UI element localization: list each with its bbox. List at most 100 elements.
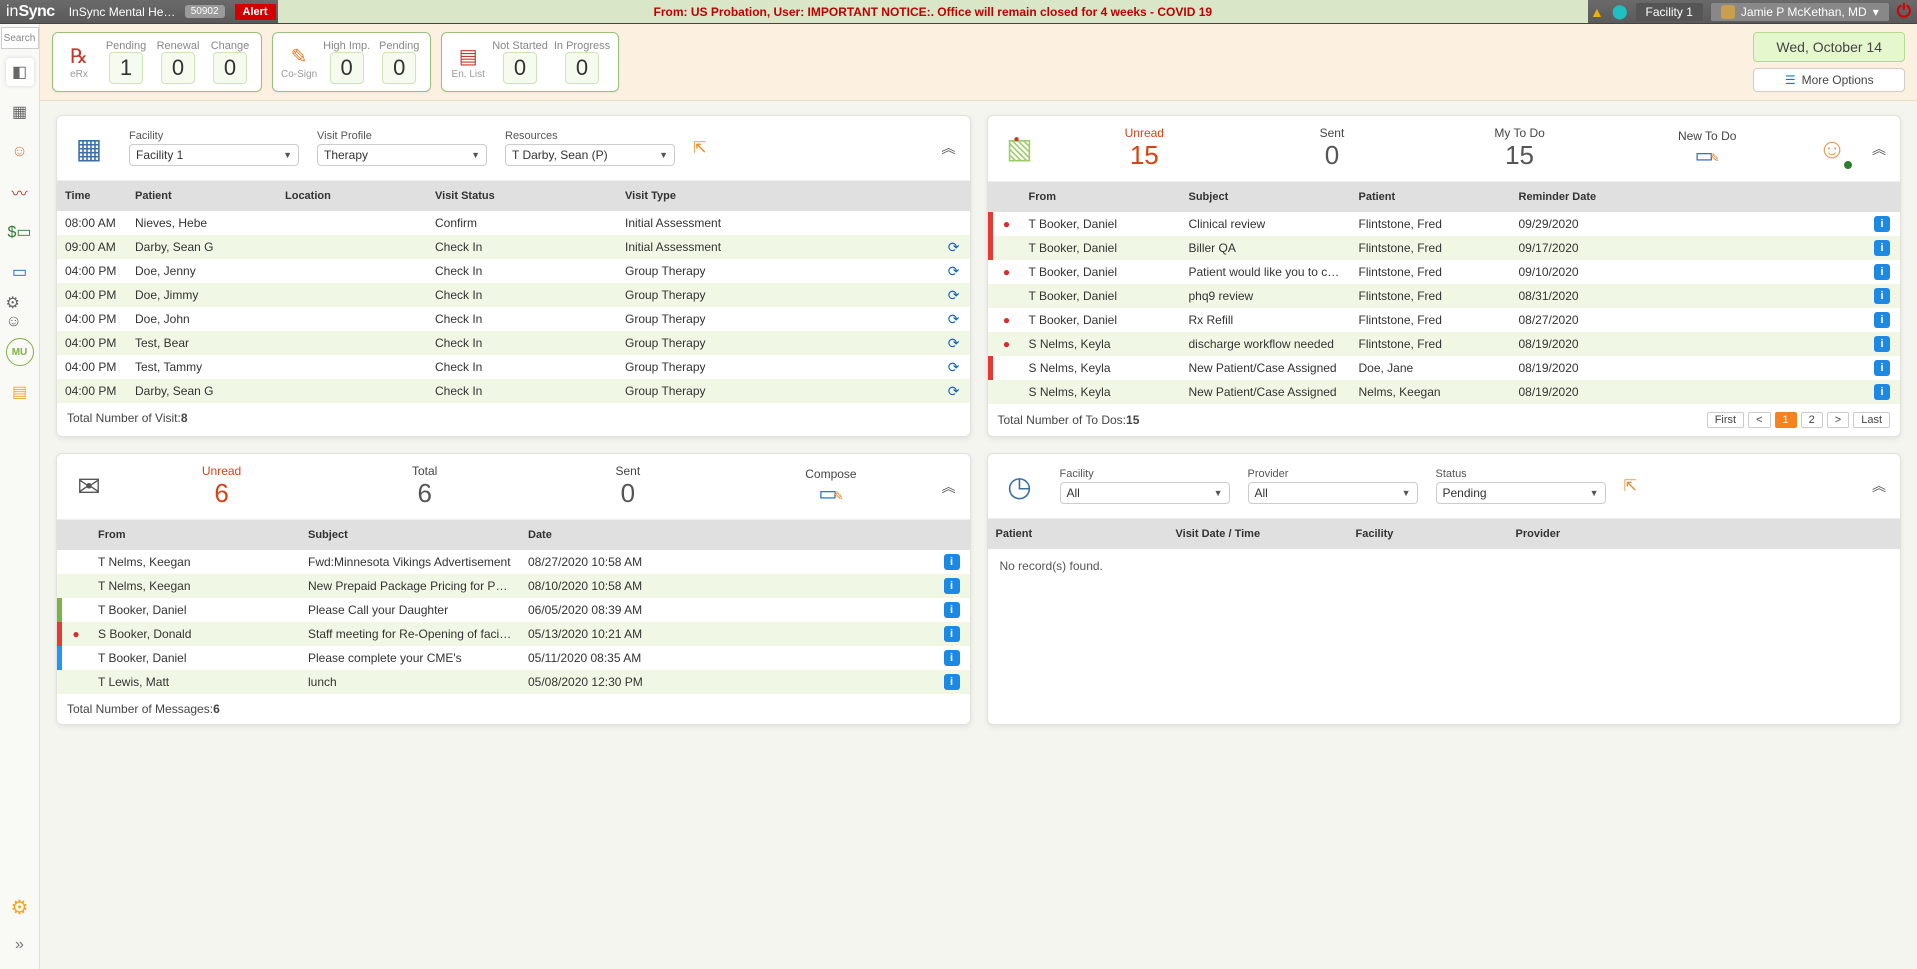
message-row[interactable]: T Nelms, KeeganFwd:Minnesota Vikings Adv… (57, 550, 970, 574)
alert-badge[interactable]: Alert (235, 4, 276, 20)
schedule-row[interactable]: 08:00 AMNieves, HebeConfirmInitial Asses… (57, 211, 970, 235)
info-icon[interactable]: i (944, 602, 960, 618)
todo-row[interactable]: T Booker, Danielphq9 reviewFlintstone, F… (988, 284, 1901, 308)
todo-my-stat[interactable]: My To Do15 (1435, 126, 1605, 171)
info-icon[interactable]: i (1874, 288, 1890, 304)
col-patient[interactable]: Patient (988, 524, 1168, 544)
todo-row[interactable]: S Nelms, KeylaNew Patient/Case AssignedN… (988, 380, 1901, 404)
refresh-icon[interactable]: ⟳ (948, 239, 970, 256)
info-icon[interactable]: i (944, 674, 960, 690)
refresh-icon[interactable]: ⟳ (948, 383, 970, 400)
pager-first[interactable]: First (1707, 412, 1744, 428)
col-date[interactable]: Date (520, 525, 670, 545)
facility-selector[interactable]: Facility 1 (1636, 3, 1703, 21)
collapse-icon[interactable]: ︽ (1872, 476, 1886, 496)
popout-icon[interactable]: ⇱ (693, 138, 706, 158)
col-from[interactable]: From (1021, 187, 1181, 207)
compose-button[interactable]: Compose▭✎ (738, 467, 923, 506)
info-icon[interactable]: i (1874, 216, 1890, 232)
new-todo-button[interactable]: New To Do▭✎ (1622, 129, 1792, 168)
user-status-icon[interactable]: ☺ (1810, 127, 1854, 171)
refresh-icon[interactable]: ⟳ (948, 287, 970, 304)
refresh-icon[interactable]: ⟳ (948, 335, 970, 352)
visits-status-select[interactable]: Pending▼ (1436, 482, 1606, 504)
message-row[interactable]: T Lewis, Mattlunch05/08/2020 12:30 PMi (57, 670, 970, 694)
pager-prev[interactable]: < (1748, 412, 1770, 428)
collapse-icon[interactable]: ︽ (942, 138, 956, 158)
schedule-row[interactable]: 04:00 PMDoe, JimmyCheck InGroup Therapy⟳ (57, 283, 970, 307)
visits-facility-select[interactable]: All▼ (1060, 482, 1230, 504)
todo-row[interactable]: ●T Booker, DanielClinical reviewFlintsto… (988, 212, 1901, 236)
todo-row[interactable]: ●T Booker, DanielPatient would like you … (988, 260, 1901, 284)
col-visit-status[interactable]: Visit Status (427, 186, 617, 206)
todo-row[interactable]: T Booker, DanielBiller QAFlintstone, Fre… (988, 236, 1901, 260)
nav-admin-icon[interactable]: ⚙☺ (6, 298, 34, 326)
col-visit-datetime[interactable]: Visit Date / Time (1168, 524, 1348, 544)
pager-last[interactable]: Last (1853, 412, 1890, 428)
popout-icon[interactable]: ⇱ (1624, 476, 1637, 496)
message-row[interactable]: T Booker, DanielPlease Call your Daughte… (57, 598, 970, 622)
nav-card-icon[interactable]: ▭ (6, 258, 34, 286)
info-icon[interactable]: i (1874, 336, 1890, 352)
todo-row[interactable]: ●T Booker, DanielRx RefillFlintstone, Fr… (988, 308, 1901, 332)
col-reminder[interactable]: Reminder Date (1511, 187, 1621, 207)
col-visit-type[interactable]: Visit Type (617, 186, 970, 206)
col-patient[interactable]: Patient (1351, 187, 1511, 207)
info-icon[interactable]: i (944, 626, 960, 642)
info-icon[interactable]: i (944, 650, 960, 666)
todo-row[interactable]: ●S Nelms, Keyladischarge workflow needed… (988, 332, 1901, 356)
nav-reports-icon[interactable]: ▤ (6, 378, 34, 406)
resources-select[interactable]: T Darby, Sean (P)▼ (505, 144, 675, 166)
profile-select[interactable]: Therapy▼ (317, 144, 487, 166)
power-icon[interactable]: ⏻ (1897, 1, 1911, 22)
nav-billing-icon[interactable]: $▭ (6, 218, 34, 246)
message-row[interactable]: T Booker, DanielPlease complete your CME… (57, 646, 970, 670)
todo-unread-stat[interactable]: Unread15 (1060, 126, 1230, 171)
pager-2[interactable]: 2 (1801, 412, 1823, 428)
pager-next[interactable]: > (1827, 412, 1849, 428)
refresh-icon[interactable]: ⟳ (948, 359, 970, 376)
schedule-row[interactable]: 04:00 PMTest, TammyCheck InGroup Therapy… (57, 355, 970, 379)
refresh-icon[interactable]: ⟳ (948, 311, 970, 328)
facility-select[interactable]: Facility 1▼ (129, 144, 299, 166)
refresh-icon[interactable]: ⟳ (948, 263, 970, 280)
nav-patient-icon[interactable]: ☺ (6, 138, 34, 166)
location-icon[interactable]: ⬤ (1612, 3, 1628, 20)
msg-sent-stat[interactable]: Sent0 (535, 464, 720, 509)
col-patient[interactable]: Patient (127, 186, 277, 206)
collapse-icon[interactable]: ︽ (942, 477, 956, 497)
user-menu[interactable]: Jamie P McKethan, MD ▾ (1711, 3, 1889, 21)
todo-row[interactable]: S Nelms, KeylaNew Patient/Case AssignedD… (988, 356, 1901, 380)
col-location[interactable]: Location (277, 186, 427, 206)
nav-mu-icon[interactable]: MU (6, 338, 34, 366)
info-icon[interactable]: i (1874, 360, 1890, 376)
nav-vitals-icon[interactable]: 〰 (6, 178, 34, 206)
col-provider[interactable]: Provider (1508, 524, 1901, 544)
search-input[interactable]: Search (1, 27, 39, 49)
cosign-tile[interactable]: ✎ Co-Sign High Imp.0 Pending0 (272, 32, 431, 92)
message-row[interactable]: T Nelms, KeeganNew Prepaid Package Prici… (57, 574, 970, 598)
col-facility[interactable]: Facility (1348, 524, 1508, 544)
schedule-row[interactable]: 04:00 PMDoe, JohnCheck InGroup Therapy⟳ (57, 307, 970, 331)
nav-calendar-icon[interactable]: ▦ (6, 98, 34, 126)
info-icon[interactable]: i (1874, 240, 1890, 256)
settings-icon[interactable]: ⚙ (6, 893, 34, 921)
schedule-row[interactable]: 04:00 PMDarby, Sean GCheck InGroup Thera… (57, 379, 970, 403)
msg-total-stat[interactable]: Total6 (332, 464, 517, 509)
col-from[interactable]: From (90, 525, 300, 545)
warning-icon[interactable]: ▲ (1590, 4, 1604, 20)
schedule-row[interactable]: 09:00 AMDarby, Sean GCheck InInitial Ass… (57, 235, 970, 259)
info-icon[interactable]: i (1874, 384, 1890, 400)
visits-provider-select[interactable]: All▼ (1248, 482, 1418, 504)
erx-tile[interactable]: ℞ eRx Pending1 Renewal0 Change0 (52, 32, 262, 92)
col-time[interactable]: Time (57, 186, 127, 206)
info-icon[interactable]: i (944, 554, 960, 570)
col-subject[interactable]: Subject (1181, 187, 1351, 207)
schedule-row[interactable]: 04:00 PMTest, BearCheck InGroup Therapy⟳ (57, 331, 970, 355)
expand-sidebar-icon[interactable]: » (6, 931, 34, 959)
info-icon[interactable]: i (1874, 312, 1890, 328)
more-options-button[interactable]: ☰More Options (1753, 68, 1905, 92)
pager-1[interactable]: 1 (1775, 412, 1797, 428)
message-row[interactable]: ●S Booker, DonaldStaff meeting for Re-Op… (57, 622, 970, 646)
info-icon[interactable]: i (944, 578, 960, 594)
